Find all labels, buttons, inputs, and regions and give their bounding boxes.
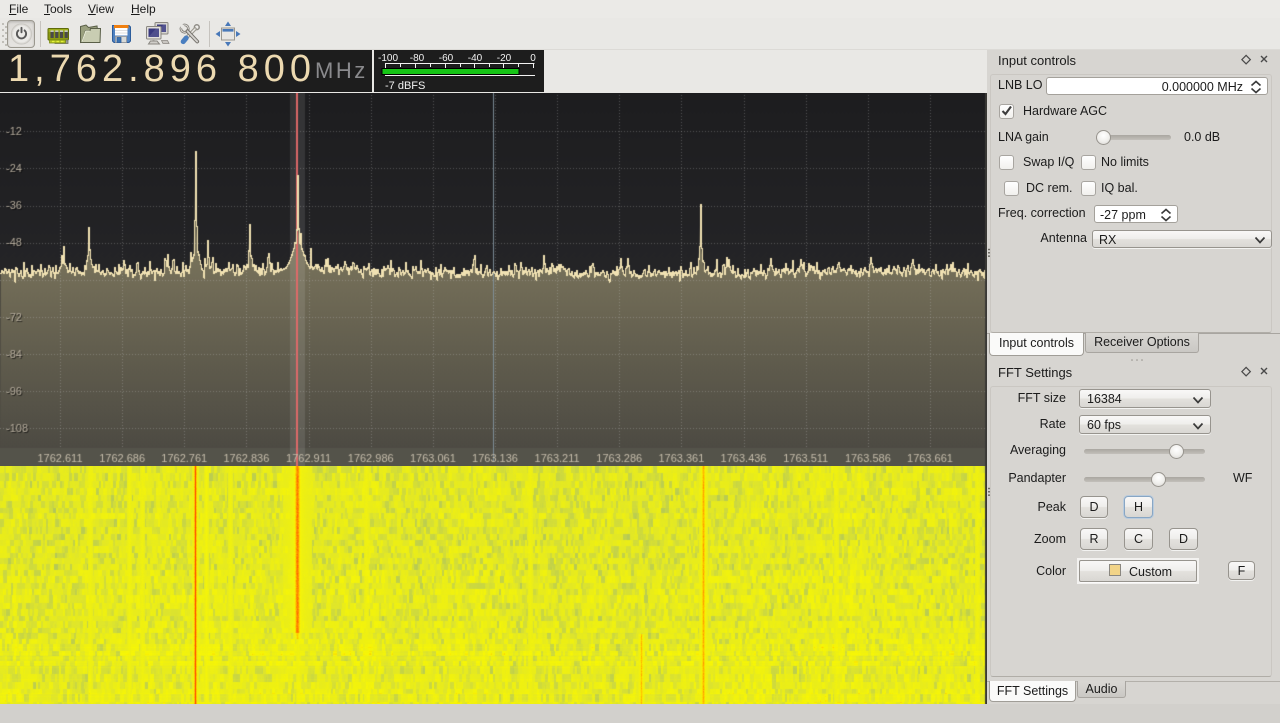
svg-text:-100: -100 [378, 53, 398, 64]
svg-text:-7 dBFS: -7 dBFS [385, 80, 425, 92]
svg-text:0: 0 [530, 53, 536, 64]
svg-text:-60: -60 [439, 53, 454, 64]
svg-text:-40: -40 [468, 53, 483, 64]
svg-text:-80: -80 [410, 53, 425, 64]
svg-text:-20: -20 [497, 53, 512, 64]
